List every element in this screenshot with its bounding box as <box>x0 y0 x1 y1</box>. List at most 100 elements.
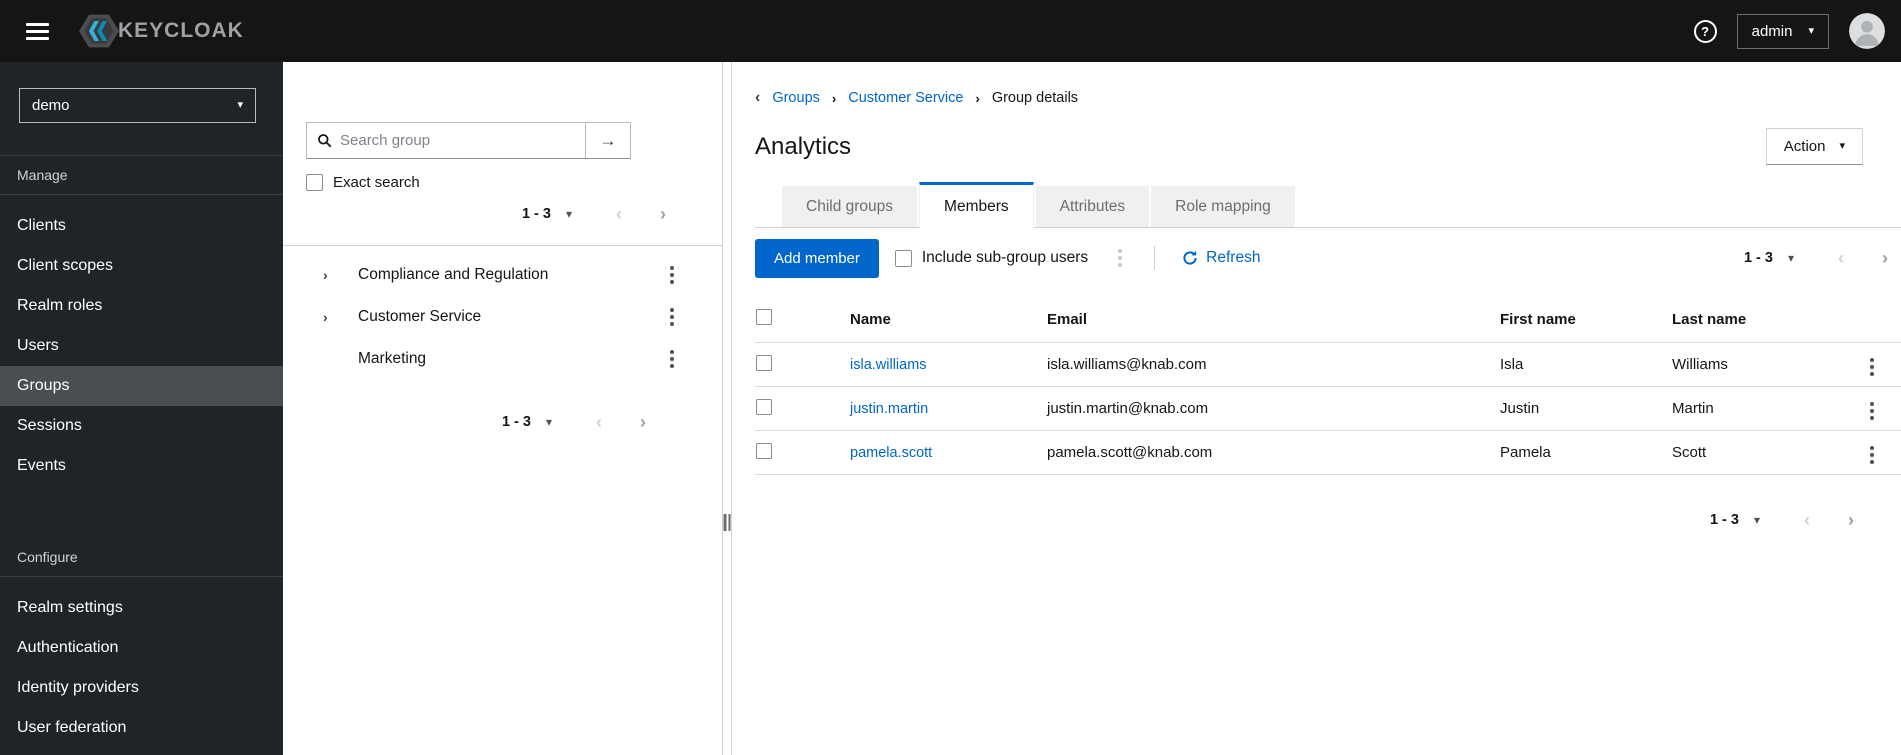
add-member-button[interactable]: Add member <box>755 238 879 278</box>
next-page-button[interactable]: › <box>1848 511 1854 529</box>
select-all-checkbox[interactable] <box>756 309 772 325</box>
tab-role-mapping[interactable]: Role mapping <box>1151 186 1295 227</box>
pagination-range[interactable]: 1 - 3 <box>1710 512 1739 528</box>
table-row: isla.williams isla.williams@knab.com Isl… <box>755 342 1901 387</box>
manage-nav-list: Clients Client scopes Realm roles Users … <box>0 206 283 486</box>
sidebar-item-user-federation[interactable]: User federation <box>0 708 283 748</box>
sidebar-item-sessions[interactable]: Sessions <box>0 406 283 446</box>
chevron-down-icon[interactable]: ▾ <box>546 415 552 429</box>
search-input[interactable] <box>340 132 585 149</box>
sidebar-item-identity-providers[interactable]: Identity providers <box>0 668 283 708</box>
expand-chevron-icon[interactable]: › <box>323 267 343 283</box>
kebab-menu-icon[interactable] <box>666 262 678 288</box>
back-chevron-icon[interactable]: ‹ <box>755 89 760 107</box>
row-checkbox[interactable] <box>756 398 772 415</box>
breadcrumb-customer-service-link[interactable]: Customer Service <box>848 90 963 106</box>
next-page-button[interactable]: › <box>640 413 646 431</box>
sidebar-item-realm-roles[interactable]: Realm roles <box>0 286 283 326</box>
breadcrumb-separator-icon: › <box>975 90 980 106</box>
realm-selector[interactable]: demo ▾ <box>19 88 256 123</box>
member-username-link[interactable]: pamela.scott <box>850 445 932 461</box>
group-name[interactable]: Customer Service <box>358 308 666 326</box>
column-header-name[interactable]: Name <box>850 299 1047 343</box>
next-page-button[interactable]: › <box>1882 249 1888 267</box>
row-checkbox[interactable] <box>756 354 772 371</box>
column-header-first-name[interactable]: First name <box>1500 299 1672 343</box>
kebab-menu-icon[interactable] <box>1866 442 1878 468</box>
page-title: Analytics <box>755 132 852 160</box>
kebab-menu-icon[interactable] <box>1114 245 1126 271</box>
masthead-actions: ? admin ▾ <box>1693 13 1885 49</box>
group-name[interactable]: Compliance and Regulation <box>358 266 666 284</box>
member-first-name: Isla <box>1500 356 1524 373</box>
tab-child-groups[interactable]: Child groups <box>782 186 918 227</box>
pagination-range[interactable]: 1 - 3 <box>502 414 531 430</box>
kebab-menu-icon[interactable] <box>666 346 678 372</box>
chevron-down-icon: ▾ <box>237 99 243 111</box>
table-row: pamela.scott pamela.scott@knab.com Pamel… <box>755 430 1901 475</box>
tab-attributes[interactable]: Attributes <box>1035 186 1150 227</box>
search-icon <box>318 134 332 148</box>
column-header-email[interactable]: Email <box>1047 299 1500 343</box>
avatar[interactable] <box>1849 13 1885 49</box>
group-name[interactable]: Marketing <box>358 350 666 368</box>
group-tree-item[interactable]: › Customer Service <box>283 296 722 338</box>
breadcrumb-current: Group details <box>991 90 1079 106</box>
column-header-last-name[interactable]: Last name <box>1672 299 1842 343</box>
member-last-name: Scott <box>1672 444 1707 461</box>
kebab-menu-icon[interactable] <box>666 304 678 330</box>
sidebar-item-authentication[interactable]: Authentication <box>0 628 283 668</box>
kebab-menu-icon[interactable] <box>1866 354 1878 380</box>
next-page-button[interactable]: › <box>660 205 666 223</box>
include-subgroups: Include sub-group users <box>894 249 1088 267</box>
user-dropdown[interactable]: admin ▾ <box>1736 13 1829 49</box>
kebab-menu-icon[interactable] <box>1866 398 1878 424</box>
divider <box>0 194 283 195</box>
refresh-button[interactable]: Refresh <box>1182 249 1260 267</box>
sidebar-item-events[interactable]: Events <box>0 446 283 486</box>
group-tree-item[interactable]: Marketing <box>283 338 722 380</box>
expand-chevron-icon[interactable]: › <box>323 309 343 325</box>
members-pagination-bottom: 1 - 3 ▾ ‹ › <box>755 511 1854 529</box>
sidebar-item-groups[interactable]: Groups <box>0 366 283 406</box>
chevron-down-icon[interactable]: ▾ <box>1754 513 1760 527</box>
member-username-link[interactable]: isla.williams <box>850 357 927 373</box>
breadcrumb-groups-link[interactable]: Groups <box>772 90 820 106</box>
exact-search-label: Exact search <box>333 174 420 191</box>
pagination-range[interactable]: 1 - 3 <box>1744 250 1773 266</box>
exact-search-checkbox[interactable] <box>306 174 323 191</box>
prev-page-button[interactable]: ‹ <box>616 205 622 223</box>
help-icon[interactable]: ? <box>1693 19 1717 43</box>
chevron-down-icon[interactable]: ▾ <box>566 207 572 221</box>
include-subgroups-checkbox[interactable] <box>894 249 912 267</box>
section-label-manage: Manage <box>17 167 68 183</box>
action-dropdown-button[interactable]: Action ▾ <box>1765 128 1863 165</box>
sidebar-item-client-scopes[interactable]: Client scopes <box>0 246 283 286</box>
row-checkbox[interactable] <box>756 442 772 459</box>
panel-resizer[interactable] <box>722 62 732 755</box>
member-username-link[interactable]: justin.martin <box>850 401 928 417</box>
members-pagination-top: 1 - 3 ▾ ‹ › <box>1744 249 1888 267</box>
pagination-range[interactable]: 1 - 3 <box>522 206 551 222</box>
search-submit-button[interactable]: → <box>585 123 630 158</box>
prev-page-button[interactable]: ‹ <box>1838 249 1844 267</box>
group-tree-list: › Compliance and Regulation › Customer S… <box>283 254 722 380</box>
group-tree-item[interactable]: › Compliance and Regulation <box>283 254 722 296</box>
keycloak-hexagon-icon <box>79 14 119 48</box>
configure-nav-list: Realm settings Authentication Identity p… <box>0 588 283 748</box>
prev-page-button[interactable]: ‹ <box>1804 511 1810 529</box>
tab-members[interactable]: Members <box>919 182 1034 228</box>
member-first-name: Justin <box>1500 400 1540 417</box>
realm-name: demo <box>32 97 70 114</box>
section-label-configure: Configure <box>17 549 78 565</box>
hamburger-menu-icon[interactable] <box>26 22 49 40</box>
prev-page-button[interactable]: ‹ <box>596 413 602 431</box>
group-tree-panel: → Exact search 1 - 3 ▾ ‹ › › Compliance … <box>283 62 722 755</box>
column-header-actions <box>1842 299 1901 343</box>
brand-wordmark: KEYCLOAK <box>118 19 244 42</box>
sidebar-item-users[interactable]: Users <box>0 326 283 366</box>
tabs: Child groups Members Attributes Role map… <box>755 182 1901 228</box>
chevron-down-icon[interactable]: ▾ <box>1788 251 1794 265</box>
sidebar-item-realm-settings[interactable]: Realm settings <box>0 588 283 628</box>
sidebar-item-clients[interactable]: Clients <box>0 206 283 246</box>
